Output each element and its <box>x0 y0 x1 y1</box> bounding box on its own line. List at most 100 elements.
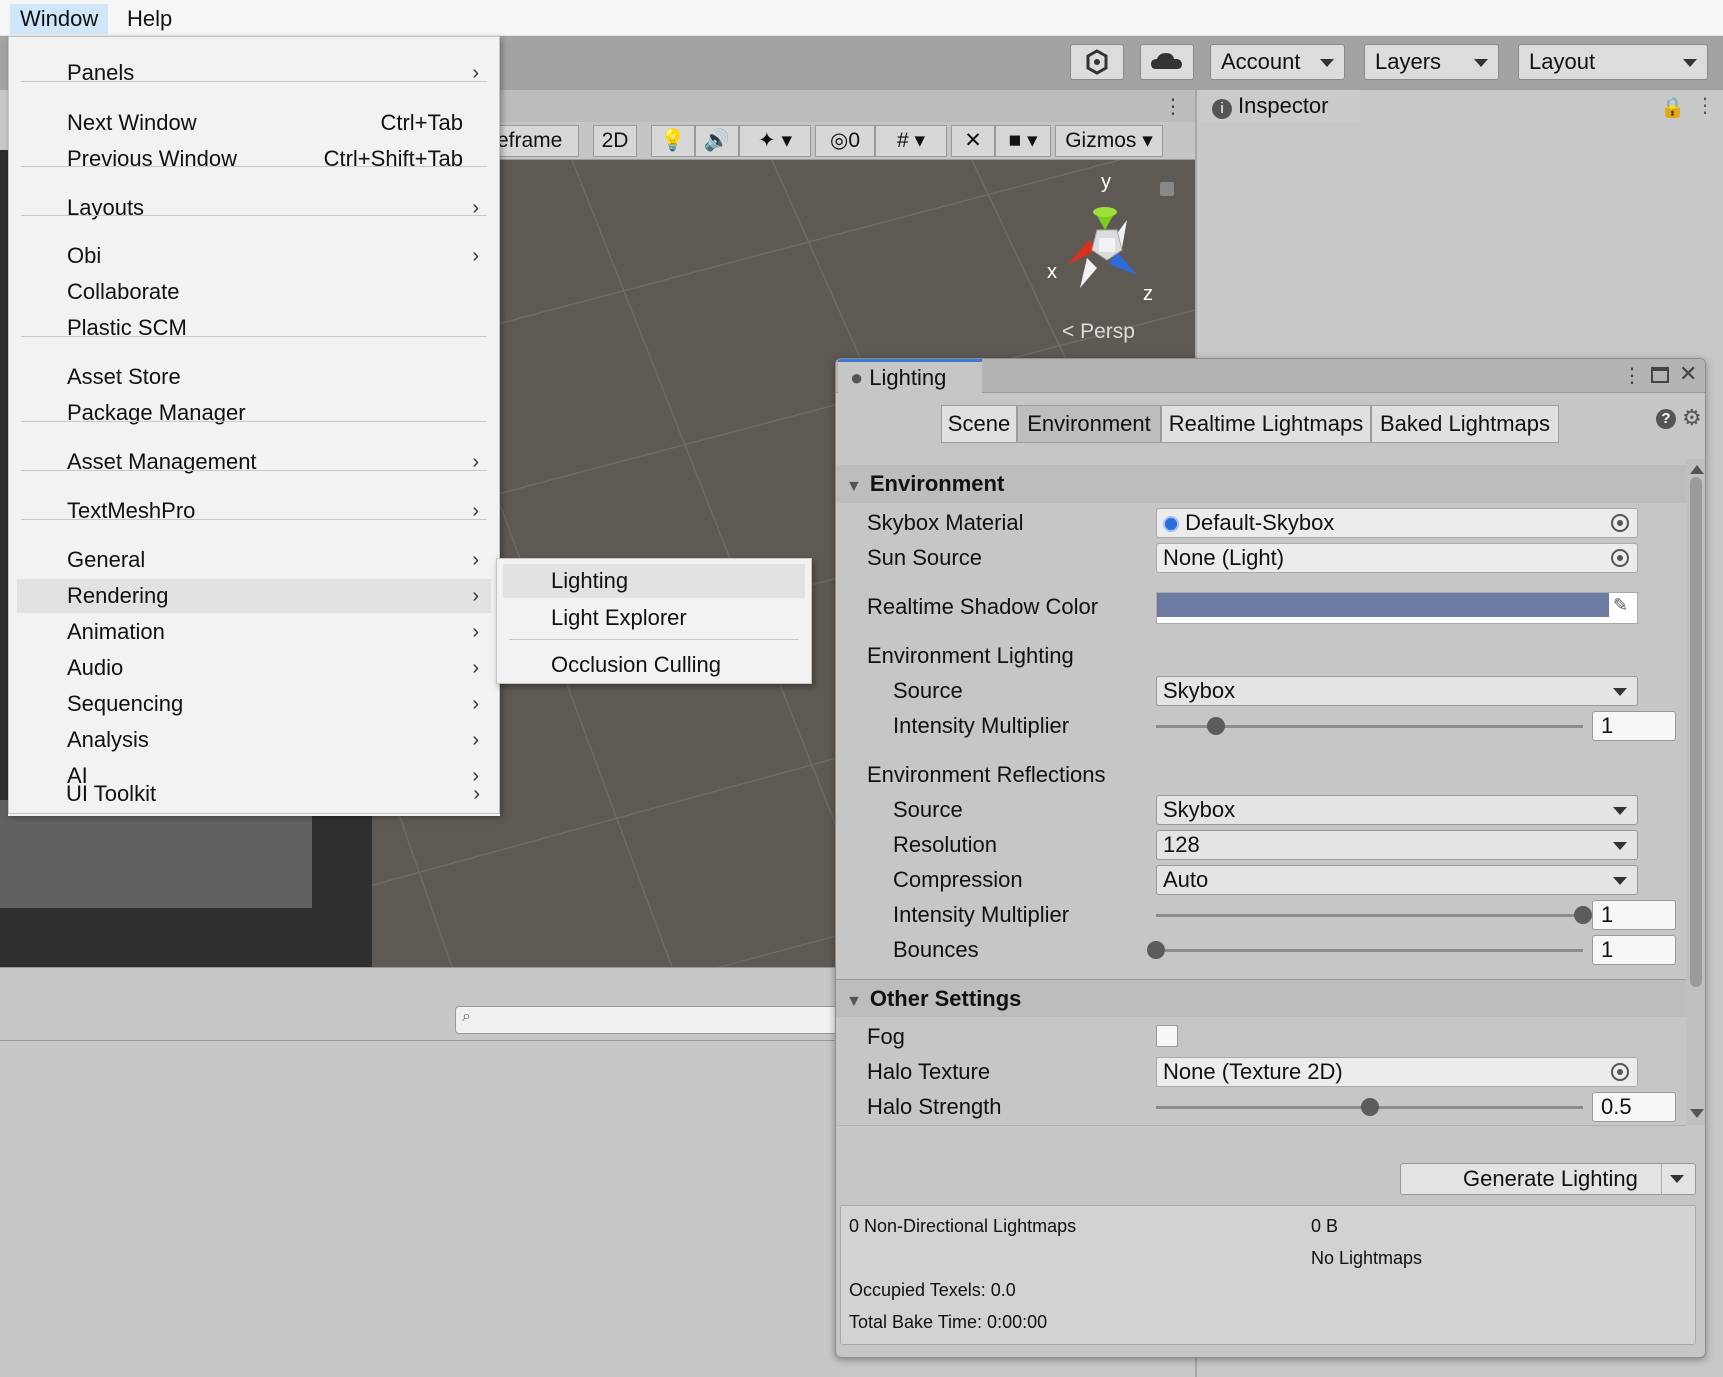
gizmos-dropdown[interactable]: Gizmos ▾ <box>1055 125 1163 157</box>
env-source-dropdown[interactable]: Skybox <box>1156 676 1638 706</box>
scroll-down-icon[interactable] <box>1690 1109 1704 1118</box>
tab-environment[interactable]: Environment <box>1017 405 1161 443</box>
visibility-toggle[interactable]: ◎0 <box>815 125 875 157</box>
submenu-item-light-explorer[interactable]: Light Explorer <box>497 601 811 635</box>
draw-mode-dropdown[interactable]: eframe ▾ <box>495 125 579 182</box>
lighting-toggle[interactable]: 💡 <box>651 125 695 157</box>
menu-item-label: Analysis <box>67 727 149 752</box>
inspector-more-icon[interactable]: ⋮ <box>1695 93 1715 118</box>
resolution-dropdown[interactable]: 128 <box>1156 830 1638 860</box>
maximize-icon[interactable] <box>1651 367 1669 383</box>
menu-item-previous-window[interactable]: Previous Window Ctrl+Shift+Tab <box>9 142 499 176</box>
other-settings-header-label: Other Settings <box>869 986 1022 1011</box>
bounces-slider-thumb[interactable] <box>1147 941 1165 959</box>
axis-y-label: y <box>1101 171 1111 193</box>
menu-item-rendering[interactable]: Rendering › <box>17 579 491 613</box>
camera-dropdown[interactable]: ■ ▾ <box>995 125 1051 157</box>
fog-checkbox[interactable] <box>1156 1025 1178 1047</box>
menu-item-label: Next Window <box>67 110 197 135</box>
tools-toggle[interactable]: ✕ <box>951 125 995 157</box>
submenu-item-occlusion-culling[interactable]: Occlusion Culling <box>497 648 811 682</box>
audio-toggle[interactable]: 🔊 <box>695 125 739 157</box>
refl-source-dropdown[interactable]: Skybox <box>1156 795 1638 825</box>
more-options-icon[interactable]: ⋮ <box>1163 94 1183 119</box>
object-picker-icon[interactable] <box>1611 514 1629 532</box>
bounces-slider-track[interactable] <box>1156 949 1583 952</box>
more-options-icon[interactable]: ⋮ <box>1622 363 1642 388</box>
menu-item-layouts[interactable]: Layouts › <box>9 191 499 225</box>
plastic-scm-button[interactable] <box>1070 44 1124 80</box>
refl-intensity-input[interactable]: 1 <box>1592 900 1676 930</box>
tab-realtime-lightmaps[interactable]: Realtime Lightmaps <box>1161 405 1371 443</box>
close-icon[interactable]: ✕ <box>1679 361 1697 387</box>
2d-toggle[interactable]: 2D <box>593 125 637 157</box>
scrollbar-thumb[interactable] <box>1690 477 1702 987</box>
color-swatch <box>1157 593 1609 617</box>
search-input[interactable]: ⌕ <box>455 1006 845 1034</box>
orientation-gizmo[interactable]: y x z <box>1027 170 1167 330</box>
tab-scene[interactable]: Scene <box>941 405 1017 443</box>
menu-item-asset-store[interactable]: Asset Store <box>9 360 499 394</box>
layers-dropdown[interactable]: Layers <box>1364 44 1499 80</box>
inspector-tab[interactable]: i Inspector <box>1200 90 1360 122</box>
env-intensity-slider-thumb[interactable] <box>1206 717 1225 735</box>
effects-dropdown[interactable]: ✦ ▾ <box>739 125 811 157</box>
menu-item-ui-toolkit-row[interactable]: UI Toolkit › <box>8 777 500 811</box>
layout-dropdown[interactable]: Layout <box>1518 44 1708 80</box>
gear-icon[interactable]: ⚙ <box>1682 405 1702 431</box>
halo-texture-field[interactable]: None (Texture 2D) <box>1156 1057 1638 1087</box>
generate-lighting-label: Generate Lighting <box>1463 1166 1638 1191</box>
lock-icon[interactable] <box>1160 182 1174 196</box>
halo-strength-input[interactable]: 0.5 <box>1592 1092 1676 1122</box>
menu-help[interactable]: Help <box>117 4 182 34</box>
tab-baked-lightmaps[interactable]: Baked Lightmaps <box>1371 405 1559 443</box>
menu-item-analysis[interactable]: Analysis › <box>9 723 499 757</box>
scroll-up-icon[interactable] <box>1690 465 1704 474</box>
compression-dropdown[interactable]: Auto <box>1156 865 1638 895</box>
object-picker-icon[interactable] <box>1611 1063 1629 1081</box>
menu-item-textmeshpro[interactable]: TextMeshPro › <box>9 494 499 528</box>
resolution-label: Resolution <box>893 832 997 857</box>
scrollbar[interactable] <box>1686 459 1705 1125</box>
account-dropdown[interactable]: Account <box>1210 44 1345 80</box>
menu-item-collaborate[interactable]: Collaborate <box>9 275 499 309</box>
bounces-input[interactable]: 1 <box>1592 935 1676 965</box>
help-icon[interactable]: ? <box>1656 409 1676 429</box>
lighting-tab[interactable]: ● Lighting <box>838 359 982 394</box>
refl-intensity-slider-track[interactable] <box>1156 914 1583 917</box>
menu-item-general[interactable]: General › <box>9 543 499 577</box>
menu-item-animation[interactable]: Animation › <box>9 615 499 649</box>
eyedropper-icon[interactable]: ✎ <box>1613 595 1628 616</box>
inspector-lock-icon[interactable]: 🔒 <box>1660 95 1685 120</box>
menu-item-package-manager[interactable]: Package Manager <box>9 396 499 430</box>
halo-strength-label: Halo Strength <box>867 1094 1002 1119</box>
menu-item-next-window[interactable]: Next Window Ctrl+Tab <box>9 106 499 140</box>
grid-dropdown[interactable]: # ▾ <box>875 125 947 157</box>
game-view-panel <box>0 800 312 908</box>
halo-strength-slider-thumb[interactable] <box>1360 1098 1379 1116</box>
generate-options-dropdown[interactable] <box>1661 1164 1691 1194</box>
shadow-color-field[interactable]: ✎ <box>1156 592 1638 624</box>
menu-item-panels[interactable]: Panels › <box>9 56 499 90</box>
menu-item-obi[interactable]: Obi › <box>9 239 499 273</box>
other-settings-section-header[interactable]: ▼ Other Settings <box>836 979 1686 1017</box>
no-lightmaps-label: No Lightmaps <box>1311 1248 1423 1268</box>
submenu-item-lighting[interactable]: Lighting <box>503 564 805 598</box>
generate-lighting-button[interactable]: Generate Lighting <box>1400 1163 1696 1195</box>
object-picker-icon[interactable] <box>1611 549 1629 567</box>
fog-label: Fog <box>867 1024 905 1049</box>
menu-item-sequencing[interactable]: Sequencing › <box>9 687 499 721</box>
sun-source-field[interactable]: None (Light) <box>1156 543 1638 573</box>
menu-window[interactable]: Window <box>10 4 109 34</box>
axis-z-label: z <box>1143 283 1153 305</box>
environment-section-header[interactable]: ▼ Environment <box>836 465 1686 503</box>
menu-item-asset-management[interactable]: Asset Management › <box>9 445 499 479</box>
menu-item-shortcut: Ctrl+Tab <box>380 110 463 135</box>
refl-intensity-slider-thumb[interactable] <box>1574 906 1592 924</box>
menu-item-plastic-scm[interactable]: Plastic SCM <box>9 311 499 345</box>
env-intensity-input[interactable]: 1 <box>1592 711 1676 741</box>
cloud-button[interactable] <box>1140 44 1194 80</box>
persp-label[interactable]: < Persp <box>1062 320 1135 344</box>
skybox-material-field[interactable]: Default-Skybox <box>1156 508 1638 538</box>
menu-item-audio[interactable]: Audio › <box>9 651 499 685</box>
